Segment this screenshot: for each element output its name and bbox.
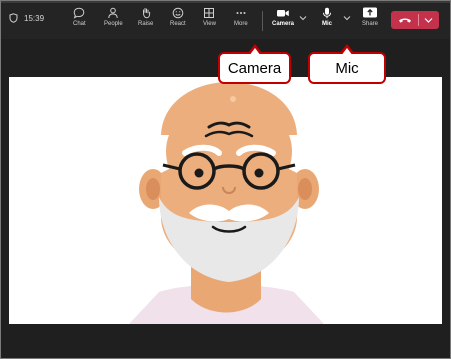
react-button[interactable]: React bbox=[170, 7, 186, 27]
chat-label: Chat bbox=[73, 21, 86, 27]
camera-options-chevron-icon[interactable] bbox=[299, 15, 307, 21]
grid-icon bbox=[204, 8, 215, 18]
meeting-timer: 15:39 bbox=[9, 13, 44, 23]
callout-pointer-fill bbox=[248, 48, 261, 56]
meeting-toolbar: 15:39 Chat People Raise React View More … bbox=[1, 1, 450, 39]
smile-icon bbox=[172, 7, 184, 19]
camera-button[interactable]: Camera bbox=[272, 7, 294, 27]
mic-callout-text: Mic bbox=[335, 59, 359, 77]
video-stage bbox=[9, 77, 443, 324]
toolbar-top-edge bbox=[1, 1, 450, 3]
more-button[interactable]: More bbox=[234, 7, 248, 27]
raise-hand-button[interactable]: Raise bbox=[138, 7, 153, 27]
people-button[interactable]: People bbox=[104, 7, 123, 27]
shield-icon bbox=[9, 13, 18, 23]
react-label: React bbox=[170, 21, 186, 27]
participant-avatar bbox=[9, 77, 443, 324]
mic-button[interactable]: Mic bbox=[321, 7, 333, 27]
share-screen-icon bbox=[363, 7, 377, 18]
leave-options-chevron-icon[interactable] bbox=[424, 17, 433, 24]
leave-call-separator bbox=[418, 14, 419, 26]
raise-label: Raise bbox=[138, 21, 154, 27]
view-label: View bbox=[203, 21, 216, 27]
callout-pointer-fill bbox=[341, 48, 353, 56]
more-label: More bbox=[234, 21, 248, 27]
hang-up-icon bbox=[399, 18, 411, 23]
people-icon bbox=[108, 7, 119, 19]
hand-icon bbox=[142, 8, 150, 19]
share-label: Share bbox=[362, 21, 379, 27]
people-label: People bbox=[104, 21, 123, 27]
microphone-icon bbox=[323, 7, 331, 19]
share-button[interactable]: Share bbox=[362, 7, 378, 27]
stage-scrollbar[interactable] bbox=[442, 77, 450, 324]
video-camera-icon bbox=[277, 10, 289, 17]
chat-button[interactable]: Chat bbox=[73, 7, 86, 27]
camera-label: Camera bbox=[272, 21, 295, 27]
mic-callout: Mic bbox=[308, 44, 386, 84]
leave-call-button[interactable] bbox=[391, 11, 439, 29]
chat-icon bbox=[74, 7, 85, 19]
timer-text: 15:39 bbox=[24, 13, 45, 23]
more-icon bbox=[236, 12, 246, 14]
toolbar-divider bbox=[262, 11, 263, 31]
camera-callout: Camera bbox=[218, 44, 291, 84]
mic-label: Mic bbox=[321, 21, 332, 27]
camera-callout-text: Camera bbox=[227, 59, 282, 77]
mic-options-chevron-icon[interactable] bbox=[343, 15, 351, 21]
view-button[interactable]: View bbox=[203, 7, 216, 27]
